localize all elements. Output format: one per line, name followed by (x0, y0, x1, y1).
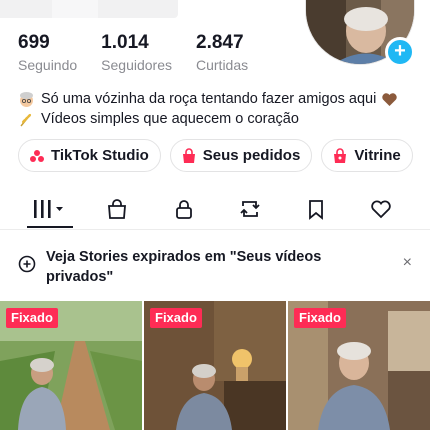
tiktok-studio-button[interactable]: TikTok Studio (18, 139, 161, 172)
video-grid: Fixado Fixado Fixado (0, 301, 430, 430)
pinned-badge: Fixado (150, 308, 202, 328)
wheat-emoji-icon (18, 111, 35, 128)
shop-icon (334, 147, 347, 163)
stat-likes[interactable]: 2.847 Curtidas (196, 32, 248, 75)
profile-action-chips: TikTok Studio Seus pedidos Vitrine (18, 139, 413, 172)
videos-grid-icon (34, 199, 63, 218)
active-tab-indicator (27, 226, 73, 228)
add-story-button[interactable]: + (385, 37, 415, 67)
stat-label: Curtidas (196, 57, 249, 73)
heart-icon (371, 200, 391, 218)
chip-label: TikTok Studio (51, 147, 149, 164)
stat-followers[interactable]: 1.014 Seguidores (101, 32, 172, 75)
tab-favorites[interactable] (266, 188, 366, 229)
tab-reposts[interactable] (234, 188, 266, 229)
avatar[interactable]: + (305, 0, 415, 67)
tab-shop[interactable] (100, 188, 134, 229)
pinned-badge: Fixado (6, 308, 58, 328)
bio-line: Só uma vózinha da roça tentando fazer am… (18, 89, 418, 109)
bio-line: Vídeos simples que aquecem o coração (18, 109, 418, 129)
brown-heart-icon (381, 91, 398, 108)
orders-button[interactable]: Seus pedidos (169, 139, 313, 172)
video-thumbnail[interactable]: Fixado (288, 301, 430, 430)
chip-label: Vitrine (354, 147, 401, 164)
tab-videos[interactable] (0, 188, 100, 229)
bag-icon (182, 147, 195, 163)
bio-text: Vídeos simples que aquecem o coração (41, 111, 299, 127)
pinned-badge: Fixado (294, 308, 346, 328)
lock-icon (176, 199, 192, 219)
profile-stats: 699 Seguindo 1.014 Seguidores 2.847 Curt… (18, 32, 272, 75)
stat-value: 699 (18, 32, 50, 53)
bio-text: Só uma vózinha da roça tentando fazer am… (41, 91, 377, 107)
profile-name-blurred (0, 0, 178, 18)
repost-icon (240, 200, 260, 217)
grandma-emoji-icon (18, 91, 35, 108)
add-story-icon (18, 255, 36, 273)
stat-value: 2.847 (196, 32, 244, 53)
stat-label: Seguidores (101, 57, 172, 73)
video-thumbnail[interactable]: Fixado (144, 301, 286, 430)
tab-liked[interactable] (366, 188, 396, 229)
bookmark-icon (309, 199, 323, 220)
shop-bag-icon (108, 198, 126, 219)
chip-label: Seus pedidos (202, 147, 301, 164)
tab-private[interactable] (134, 188, 234, 229)
close-icon[interactable]: × (403, 254, 412, 272)
expired-stories-banner[interactable]: Veja Stories expirados em "Seus vídeos p… (0, 240, 430, 292)
banner-text: Veja Stories expirados em "Seus vídeos p… (46, 249, 322, 285)
showcase-button[interactable]: Vitrine (321, 139, 413, 172)
stat-following[interactable]: 699 Seguindo (18, 32, 77, 75)
people-icon (30, 149, 44, 162)
stat-value: 1.014 (101, 32, 149, 53)
profile-bio: Só uma vózinha da roça tentando fazer am… (18, 89, 418, 129)
stat-label: Seguindo (18, 57, 78, 73)
video-thumbnail[interactable]: Fixado (0, 301, 142, 430)
profile-tabs (0, 188, 430, 230)
